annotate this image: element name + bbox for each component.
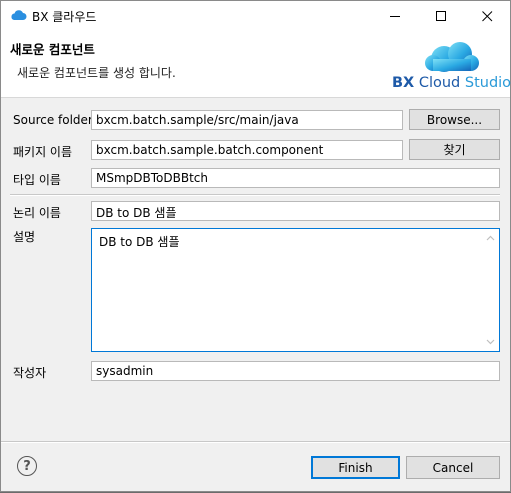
page-title: 새로운 컴포넌트 xyxy=(10,42,95,57)
logical-name-label: 논리 이름 xyxy=(13,206,61,220)
type-name-input[interactable]: MSmpDBToDBBtch xyxy=(91,168,500,188)
description-scrollbar[interactable] xyxy=(482,229,499,351)
logo-bx: BX xyxy=(392,75,415,91)
bx-cloud-studio-logo: BX Cloud Studio xyxy=(389,37,511,95)
package-name-input[interactable]: bxcm.batch.sample.batch.component xyxy=(91,140,403,160)
logo-wordmark: BX Cloud Studio xyxy=(392,75,511,91)
minimize-icon xyxy=(389,15,400,17)
logo-cloud-icon xyxy=(425,42,479,72)
finish-button[interactable]: Finish xyxy=(311,456,400,479)
logo-cloud: Cloud xyxy=(414,75,461,91)
separator xyxy=(10,194,500,196)
footer-separator xyxy=(1,441,510,443)
package-name-label: 패키지 이름 xyxy=(13,145,73,159)
logical-name-input[interactable]: DB to DB 샘플 xyxy=(91,201,500,221)
find-package-button[interactable]: 찾기 xyxy=(409,139,500,160)
browse-button[interactable]: Browse... xyxy=(409,109,500,130)
window-title: BX 클라우드 xyxy=(32,10,97,24)
wizard-header: 새로운 컴포넌트 새로운 컴포넌트를 생성 합니다. BX Cloud Stud… xyxy=(1,31,511,98)
type-name-label: 타입 이름 xyxy=(13,173,61,187)
close-icon xyxy=(481,10,492,21)
maximize-button[interactable] xyxy=(418,1,464,31)
cloud-icon xyxy=(11,10,27,20)
source-folder-label: Source folder: xyxy=(13,113,97,127)
title-bar[interactable]: BX 클라우드 xyxy=(1,1,510,31)
close-button[interactable] xyxy=(464,1,510,31)
page-description: 새로운 컴포넌트를 생성 합니다. xyxy=(17,66,176,80)
scroll-down-icon[interactable] xyxy=(482,335,499,349)
logo-studio: Studio xyxy=(460,75,511,91)
author-label: 작성자 xyxy=(13,366,47,380)
help-icon[interactable]: ? xyxy=(17,456,37,476)
dialog-window: BX 클라우드 새로운 컴포넌트 새로운 컴포넌트를 생성 합니다. BX Cl… xyxy=(0,0,511,492)
description-text: DB to DB 샘플 xyxy=(99,235,180,249)
minimize-button[interactable] xyxy=(372,1,418,31)
maximize-icon xyxy=(435,10,446,21)
description-textarea[interactable]: DB to DB 샘플 xyxy=(91,228,500,352)
author-input[interactable]: sysadmin xyxy=(91,361,500,381)
cancel-button[interactable]: Cancel xyxy=(406,456,500,479)
source-folder-input[interactable]: bxcm.batch.sample/src/main/java xyxy=(91,110,403,130)
scroll-up-icon[interactable] xyxy=(482,231,499,245)
description-label: 설명 xyxy=(13,230,36,244)
